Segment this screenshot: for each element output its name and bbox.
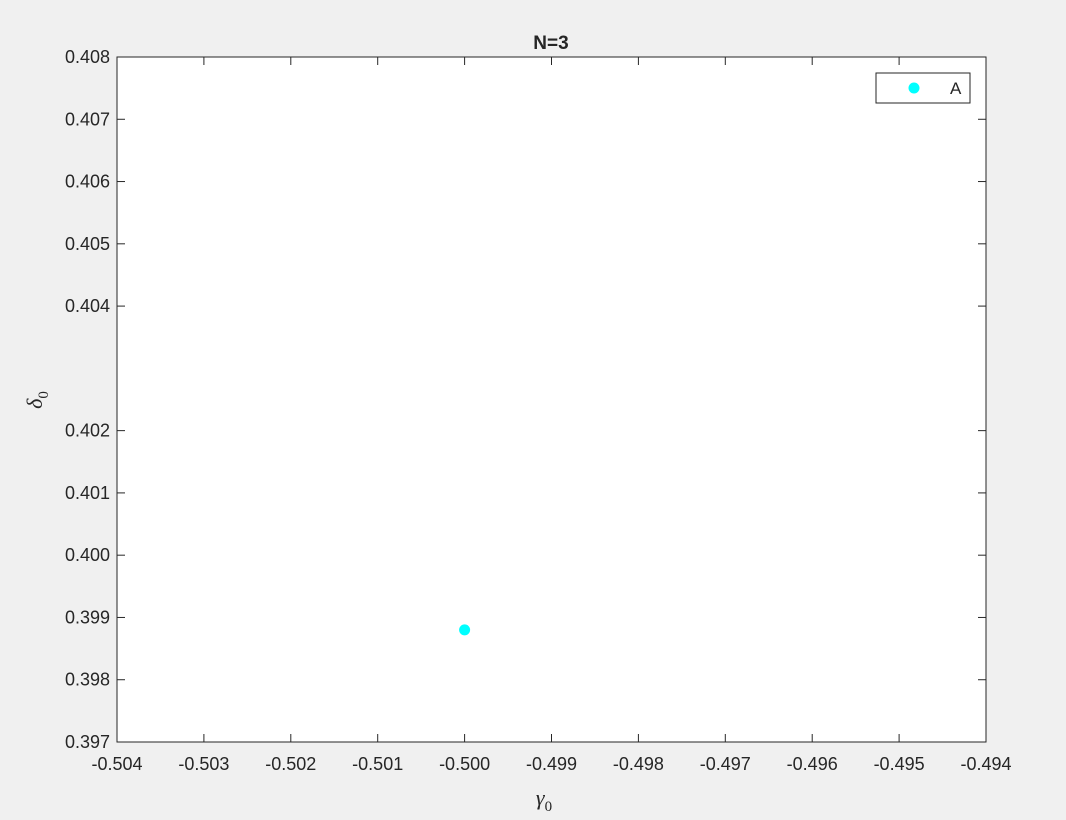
y-tick-label: 0.408 <box>65 47 110 67</box>
y-tick-label: 0.406 <box>65 172 110 192</box>
y-axis-label-subscript: 0 <box>36 391 52 399</box>
x-tick-label: -0.494 <box>960 754 1011 774</box>
x-axis-label: γ0 <box>536 785 552 815</box>
x-tick-label: -0.502 <box>265 754 316 774</box>
y-tick-label: 0.405 <box>65 234 110 254</box>
y-tick-label: 0.401 <box>65 483 110 503</box>
x-tick-label: -0.504 <box>91 754 142 774</box>
y-tick-label: 0.399 <box>65 607 110 627</box>
legend-marker <box>908 82 920 94</box>
y-tick-label: 0.407 <box>65 109 110 129</box>
data-points <box>459 624 471 636</box>
svg-text:δ0: δ0 <box>22 391 52 409</box>
svg-text:γ0: γ0 <box>536 785 552 815</box>
x-tick-label: -0.499 <box>526 754 577 774</box>
x-tick-label: -0.501 <box>352 754 403 774</box>
x-axis-label-subscript: 0 <box>545 799 553 815</box>
x-tick-label: -0.495 <box>874 754 925 774</box>
x-tick-label: -0.496 <box>787 754 838 774</box>
y-tick-labels: 0.397 0.398 0.399 0.400 0.401 0.402 0.404 0.405… <box>65 47 110 752</box>
y-tick-label: 0.402 <box>65 421 110 441</box>
x-tick-label: -0.503 <box>178 754 229 774</box>
y-tick-label: 0.398 <box>65 670 110 690</box>
x-tick-label: -0.500 <box>439 754 490 774</box>
chart-title: N=3 <box>533 33 568 54</box>
legend-label: A <box>950 79 962 98</box>
y-tick-label: 0.404 <box>65 296 110 316</box>
data-point <box>459 624 471 636</box>
x-tick-labels: -0.504 -0.503 -0.502 -0.501 -0.500 -0.499 -0.4… <box>91 754 1011 774</box>
y-tick-label: 0.397 <box>65 732 110 752</box>
y-tick-label: 0.400 <box>65 545 110 565</box>
figure: -0.504 -0.503 -0.502 -0.501 -0.500 -0.499 -0.4… <box>22 33 1012 815</box>
x-tick-label: -0.497 <box>700 754 751 774</box>
x-tick-label: -0.498 <box>613 754 664 774</box>
y-axis-label: δ0 <box>22 391 52 409</box>
plot-area <box>116 56 987 743</box>
legend: A <box>875 72 971 104</box>
